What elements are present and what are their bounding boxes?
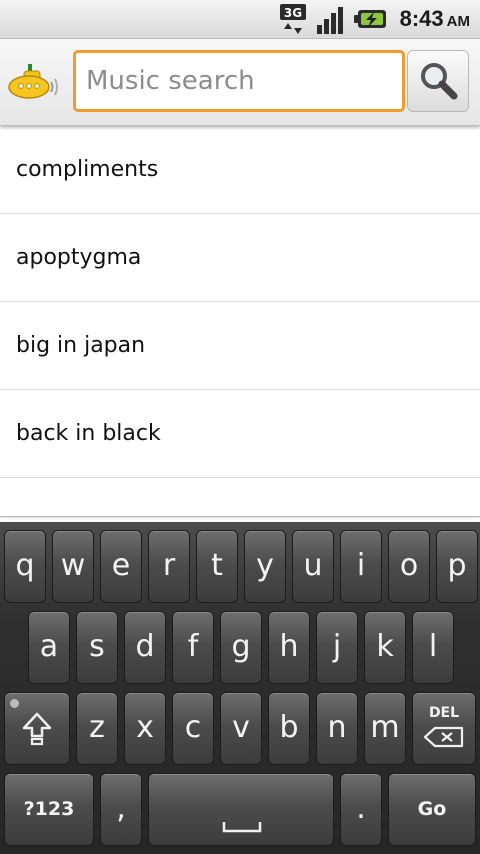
key-q[interactable]: q xyxy=(4,530,46,603)
search-input[interactable] xyxy=(73,50,405,112)
shift-icon xyxy=(22,712,52,746)
network-type-text: 3G xyxy=(284,6,302,20)
key-l[interactable]: l xyxy=(412,611,454,684)
key-t[interactable]: t xyxy=(196,530,238,603)
suggestion-item[interactable]: big in japan xyxy=(0,302,480,390)
space-bar-icon xyxy=(222,822,262,833)
search-button[interactable] xyxy=(407,50,469,112)
key-r[interactable]: r xyxy=(148,530,190,603)
key-m[interactable]: m xyxy=(364,692,406,765)
status-bar: 3G 8:43 AM xyxy=(0,0,480,39)
search-header xyxy=(0,39,480,126)
suggestion-item[interactable]: apoptygma xyxy=(0,214,480,302)
comma-key[interactable]: , xyxy=(100,773,142,846)
signal-strength-icon xyxy=(315,3,349,39)
key-i[interactable]: i xyxy=(340,530,382,603)
key-x[interactable]: x xyxy=(124,692,166,765)
suggestion-list: compliments apoptygma big in japan back … xyxy=(0,126,480,478)
suggestion-item[interactable]: compliments xyxy=(0,126,480,214)
backspace-icon xyxy=(423,726,464,748)
go-key[interactable]: Go xyxy=(388,773,476,846)
key-u[interactable]: u xyxy=(292,530,334,603)
key-g[interactable]: g xyxy=(220,611,262,684)
key-a[interactable]: a xyxy=(28,611,70,684)
key-d[interactable]: d xyxy=(124,611,166,684)
status-clock: 8:43 AM xyxy=(400,5,470,33)
key-z[interactable]: z xyxy=(76,692,118,765)
key-p[interactable]: p xyxy=(436,530,478,603)
clock-ampm: AM xyxy=(446,13,470,30)
soft-keyboard: q w e r t y u i o p a s d f g h j k l z … xyxy=(0,522,480,854)
3g-data-icon: 3G xyxy=(279,3,311,39)
period-key[interactable]: . xyxy=(340,773,382,846)
key-s[interactable]: s xyxy=(76,611,118,684)
suggestion-item[interactable]: back in black xyxy=(0,390,480,478)
key-o[interactable]: o xyxy=(388,530,430,603)
keyboard-hint-dot xyxy=(10,699,19,708)
key-e[interactable]: e xyxy=(100,530,142,603)
yellow-submarine-logo[interactable] xyxy=(6,61,64,105)
key-v[interactable]: v xyxy=(220,692,262,765)
clock-time: 8:43 xyxy=(399,6,444,31)
key-b[interactable]: b xyxy=(268,692,310,765)
space-key[interactable] xyxy=(148,773,334,846)
delete-key[interactable]: DEL xyxy=(412,692,476,765)
key-w[interactable]: w xyxy=(52,530,94,603)
key-n[interactable]: n xyxy=(316,692,358,765)
delete-label: DEL xyxy=(428,705,460,721)
key-f[interactable]: f xyxy=(172,611,214,684)
key-h[interactable]: h xyxy=(268,611,310,684)
key-y[interactable]: y xyxy=(244,530,286,603)
battery-charging-icon xyxy=(354,3,388,39)
key-j[interactable]: j xyxy=(316,611,358,684)
key-k[interactable]: k xyxy=(364,611,406,684)
symbols-key[interactable]: ?123 xyxy=(4,773,94,846)
key-c[interactable]: c xyxy=(172,692,214,765)
list-empty-row xyxy=(0,478,480,517)
